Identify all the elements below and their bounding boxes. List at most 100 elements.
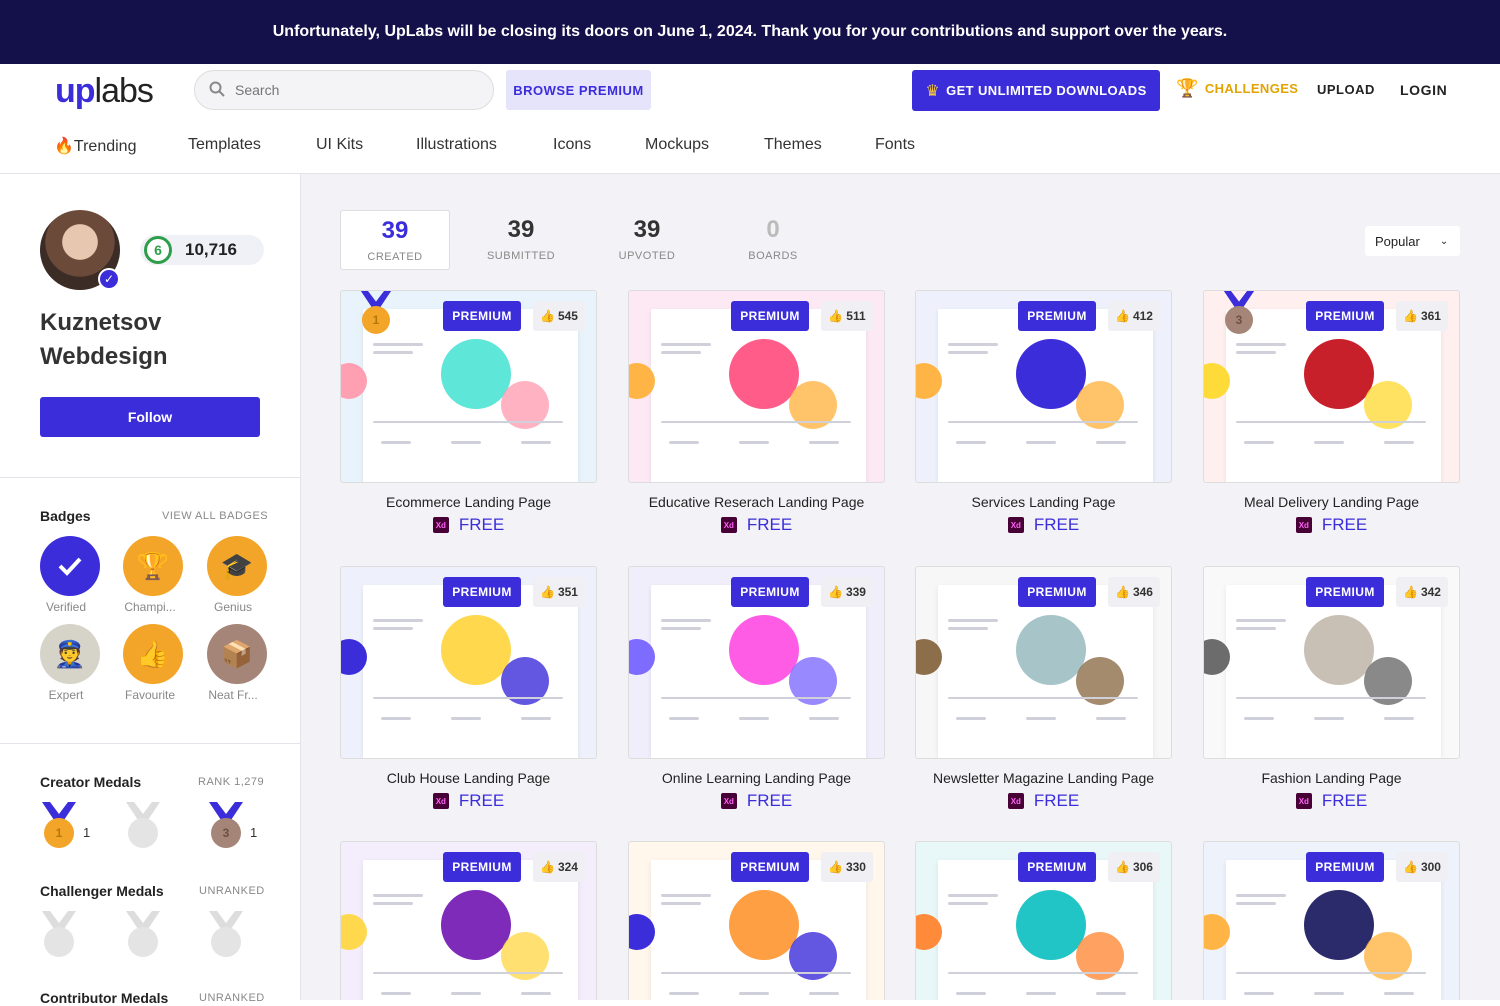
shot-thumbnail[interactable]: PREMIUM 👍 330 — [628, 841, 885, 1000]
follow-button[interactable]: Follow — [40, 397, 260, 437]
get-unlimited-downloads-button[interactable]: ♛ GET UNLIMITED DOWNLOADS — [912, 70, 1160, 111]
neat-freak-badge-icon[interactable]: 📦 — [207, 624, 267, 684]
like-count: 324 — [557, 860, 578, 874]
like-count: 330 — [845, 860, 866, 874]
like-button[interactable]: 👍 339 — [821, 577, 873, 607]
shot-thumbnail[interactable]: PREMIUM 👍 300 — [1203, 841, 1460, 1000]
nav-trending[interactable]: 🔥Trending — [54, 136, 136, 156]
price-row: Xd FREE — [340, 515, 597, 535]
badge-label: Expert — [48, 688, 84, 702]
like-button[interactable]: 👍 412 — [1108, 301, 1160, 331]
verified-badge-icon[interactable] — [40, 536, 100, 596]
nav-fonts[interactable]: Fonts — [875, 136, 915, 154]
shot-title[interactable]: Educative Reserach Landing Page — [628, 494, 885, 510]
thumbs-up-icon: 👍 — [540, 585, 555, 599]
creator-rank: RANK 1,279 — [198, 776, 265, 788]
stat-upvoted-tab[interactable]: 39 UPVOTED — [592, 210, 702, 270]
shot-thumbnail[interactable]: PREMIUM 👍 324 — [340, 841, 597, 1000]
stat-created-tab[interactable]: 39 CREATED — [340, 210, 450, 270]
like-count: 339 — [845, 585, 866, 599]
stat-boards-tab[interactable]: 0 BOARDS — [718, 210, 828, 270]
like-count: 361 — [1420, 309, 1441, 323]
gold-medal-count: 1 — [83, 825, 91, 840]
shot-title[interactable]: Fashion Landing Page — [1203, 770, 1460, 786]
gold-medal-place: 1 — [44, 818, 74, 848]
like-button[interactable]: 👍 342 — [1396, 577, 1448, 607]
nav-mockups[interactable]: Mockups — [645, 136, 709, 154]
shot-thumbnail[interactable]: PREMIUM 👍 412 — [915, 290, 1172, 483]
like-button[interactable]: 👍 330 — [821, 852, 873, 882]
nav-themes[interactable]: Themes — [764, 136, 822, 154]
shot-thumbnail[interactable]: PREMIUM 👍 342 — [1203, 566, 1460, 759]
adobe-xd-icon: Xd — [720, 517, 737, 533]
search-input[interactable] — [235, 82, 465, 98]
free-label: FREE — [746, 791, 793, 810]
shot-thumbnail[interactable]: PREMIUM 👍 339 — [628, 566, 885, 759]
shot-title[interactable]: Services Landing Page — [915, 494, 1172, 510]
login-link[interactable]: LOGIN — [1400, 82, 1447, 98]
shot-thumbnail[interactable]: PREMIUM 👍 351 — [340, 566, 597, 759]
uplabs-logo[interactable]: uplabs — [55, 72, 154, 111]
shot-thumbnail[interactable]: PREMIUM 👍 306 — [915, 841, 1172, 1000]
adobe-xd-icon: Xd — [432, 517, 449, 533]
premium-badge: PREMIUM — [731, 301, 809, 331]
like-count: 306 — [1132, 860, 1153, 874]
upload-link[interactable]: UPLOAD — [1317, 82, 1375, 97]
nav-ui-kits[interactable]: UI Kits — [316, 136, 363, 154]
nav-icons[interactable]: Icons — [553, 136, 591, 154]
free-label: FREE — [458, 515, 505, 534]
challenges-link[interactable]: 🏆 CHALLENGES — [1176, 78, 1298, 99]
price-row: Xd FREE — [1203, 515, 1460, 535]
chevron-down-icon: ⌄ — [1439, 235, 1449, 247]
shot-title[interactable]: Newsletter Magazine Landing Page — [915, 770, 1172, 786]
browse-premium-button[interactable]: BROWSE PREMIUM — [506, 70, 651, 110]
sort-value: Popular — [1375, 233, 1420, 249]
main-content: 39 CREATED 39 SUBMITTED 39 UPVOTED 0 BOARDS … — [301, 174, 1500, 1000]
like-button[interactable]: 👍 306 — [1108, 852, 1160, 882]
empty-medal-icon — [124, 911, 160, 957]
like-count: 511 — [846, 309, 866, 323]
stat-submitted-tab[interactable]: 39 SUBMITTED — [466, 210, 576, 270]
adobe-xd-icon: Xd — [432, 793, 449, 809]
shot-thumbnail[interactable]: PREMIUM 👍 511 — [628, 290, 885, 483]
like-button[interactable]: 👍 511 — [821, 301, 873, 331]
like-button[interactable]: 👍 324 — [533, 852, 585, 882]
view-all-badges-link[interactable]: VIEW ALL BADGES — [162, 510, 268, 522]
like-button[interactable]: 👍 545 — [533, 301, 585, 331]
genius-badge-icon[interactable]: 🎓 — [207, 536, 267, 596]
like-count: 342 — [1420, 585, 1441, 599]
badge-label: Verified — [45, 600, 87, 614]
bronze-medal-icon: 3 — [207, 802, 243, 848]
medal-icon: 3 — [1222, 291, 1256, 335]
shot-thumbnail[interactable]: 3 PREMIUM 👍 361 — [1203, 290, 1460, 483]
premium-badge: PREMIUM — [1018, 577, 1096, 607]
badges-title: Badges — [40, 508, 91, 524]
thumbs-up-icon: 👍 — [828, 309, 844, 323]
logo-up: up — [55, 72, 96, 110]
shot-thumbnail[interactable]: 1 PREMIUM 👍 545 — [340, 290, 597, 483]
shot-title[interactable]: Ecommerce Landing Page — [340, 494, 597, 510]
nav-illustrations[interactable]: Illustrations — [416, 136, 497, 154]
contributor-medals-title: Contributor Medals — [40, 990, 169, 1006]
favourite-badge-icon[interactable]: 👍 — [123, 624, 183, 684]
shot-title[interactable]: Online Learning Landing Page — [628, 770, 885, 786]
nav-templates[interactable]: Templates — [188, 136, 261, 154]
like-count: 346 — [1132, 585, 1153, 599]
premium-badge: PREMIUM — [1306, 301, 1384, 331]
level-badge: 6 — [144, 236, 172, 264]
thumbs-up-icon: 👍 — [1403, 585, 1418, 599]
like-button[interactable]: 👍 361 — [1396, 301, 1448, 331]
like-button[interactable]: 👍 351 — [533, 577, 585, 607]
premium-badge: PREMIUM — [1306, 577, 1384, 607]
free-label: FREE — [1033, 791, 1080, 810]
like-button[interactable]: 👍 300 — [1396, 852, 1448, 882]
shot-title[interactable]: Club House Landing Page — [340, 770, 597, 786]
shot-title[interactable]: Meal Delivery Landing Page — [1203, 494, 1460, 510]
champion-badge-icon[interactable]: 🏆 — [123, 536, 183, 596]
unlimited-label: GET UNLIMITED DOWNLOADS — [946, 83, 1147, 98]
shot-thumbnail[interactable]: PREMIUM 👍 346 — [915, 566, 1172, 759]
like-button[interactable]: 👍 346 — [1108, 577, 1160, 607]
expert-badge-icon[interactable]: 👮 — [40, 624, 100, 684]
free-label: FREE — [746, 515, 793, 534]
sort-select[interactable]: Popular ⌄ — [1365, 226, 1460, 256]
